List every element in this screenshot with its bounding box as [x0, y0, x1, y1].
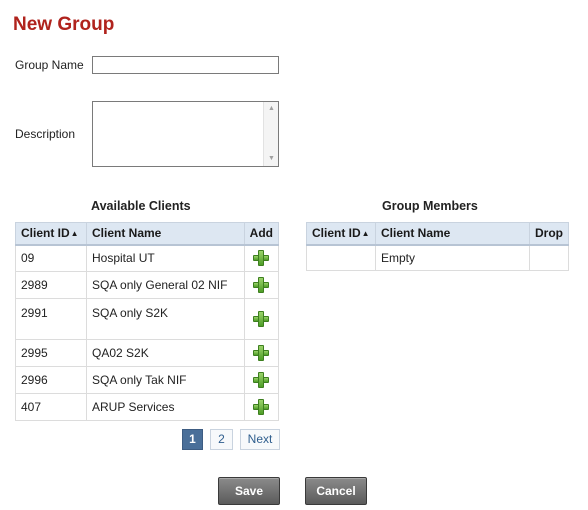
description-scrollbar[interactable]: ▲ ▼ — [263, 102, 278, 166]
plus-icon[interactable] — [253, 399, 270, 415]
next-page-button[interactable]: Next — [240, 429, 280, 450]
column-header-label: Client ID — [21, 226, 70, 241]
client-name-cell: Hospital UT — [86, 244, 245, 272]
table-header-row: Client ID▲ Client Name Add — [15, 222, 280, 246]
sort-ascending-icon: ▲ — [70, 229, 79, 239]
table-row: 2989 SQA only General 02 NIF — [15, 271, 280, 299]
client-id-cell: 2995 — [15, 339, 87, 367]
group-name-label: Group Name — [15, 58, 84, 72]
column-header-label: Add — [249, 226, 273, 241]
scroll-up-icon[interactable]: ▲ — [264, 103, 279, 115]
column-header-client-id[interactable]: Client ID▲ — [306, 222, 376, 246]
plus-icon[interactable] — [253, 345, 270, 361]
description-field-wrapper: ▲ ▼ — [92, 101, 279, 167]
plus-icon[interactable] — [253, 311, 270, 327]
client-name-cell: SQA only Tak NIF — [86, 366, 245, 394]
add-cell — [243, 366, 280, 394]
column-header-client-name[interactable]: Client Name — [375, 222, 530, 246]
client-id-cell: 2996 — [15, 366, 87, 394]
empty-spacer-cell — [306, 244, 376, 271]
client-id-cell: 09 — [15, 244, 87, 272]
sort-ascending-icon: ▲ — [361, 229, 370, 239]
client-name-cell: ARUP Services — [86, 393, 245, 421]
add-cell — [243, 244, 280, 272]
column-header-label: Drop — [535, 226, 563, 241]
empty-spacer-cell — [529, 244, 569, 271]
column-header-client-id[interactable]: Client ID▲ — [15, 222, 87, 246]
column-header-drop: Drop — [529, 222, 569, 246]
column-header-label: Client ID — [312, 226, 361, 241]
scroll-down-icon[interactable]: ▼ — [264, 153, 279, 165]
page-title: New Group — [13, 14, 115, 35]
client-name-cell: SQA only S2K — [86, 298, 245, 340]
client-id-cell: 2991 — [15, 298, 87, 340]
page-1-button[interactable]: 1 — [182, 429, 203, 450]
description-textarea[interactable] — [93, 102, 263, 166]
client-name-cell: SQA only General 02 NIF — [86, 271, 245, 299]
available-clients-title: Available Clients — [91, 199, 191, 213]
group-members-title: Group Members — [382, 199, 478, 213]
table-row: 2995 QA02 S2K — [15, 339, 280, 367]
group-name-input[interactable] — [92, 56, 279, 74]
add-cell — [243, 339, 280, 367]
client-id-cell: 407 — [15, 393, 87, 421]
client-name-cell: QA02 S2K — [86, 339, 245, 367]
add-cell — [243, 298, 280, 340]
plus-icon[interactable] — [253, 250, 270, 267]
save-button[interactable]: Save — [218, 477, 280, 505]
column-header-add: Add — [243, 222, 280, 246]
column-header-client-name[interactable]: Client Name — [86, 222, 245, 246]
column-header-label: Client Name — [381, 226, 451, 241]
empty-message: Empty — [375, 244, 530, 271]
table-row: 2996 SQA only Tak NIF — [15, 366, 280, 394]
available-clients-table: Client ID▲ Client Name Add 09 Hospital U… — [15, 222, 280, 421]
table-row: 2991 SQA only S2K — [15, 298, 280, 340]
add-cell — [243, 393, 280, 421]
column-header-label: Client Name — [92, 226, 162, 241]
add-cell — [243, 271, 280, 299]
cancel-button[interactable]: Cancel — [305, 477, 367, 505]
page-2-button[interactable]: 2 — [210, 429, 233, 450]
table-row: Empty — [306, 244, 569, 271]
group-members-table: Client ID▲ Client Name Drop Empty — [306, 222, 569, 271]
table-row: 09 Hospital UT — [15, 244, 280, 272]
client-id-cell: 2989 — [15, 271, 87, 299]
plus-icon[interactable] — [253, 372, 270, 388]
plus-icon[interactable] — [253, 277, 270, 293]
table-row: 407 ARUP Services — [15, 393, 280, 421]
description-label: Description — [15, 127, 76, 141]
table-header-row: Client ID▲ Client Name Drop — [306, 222, 569, 246]
